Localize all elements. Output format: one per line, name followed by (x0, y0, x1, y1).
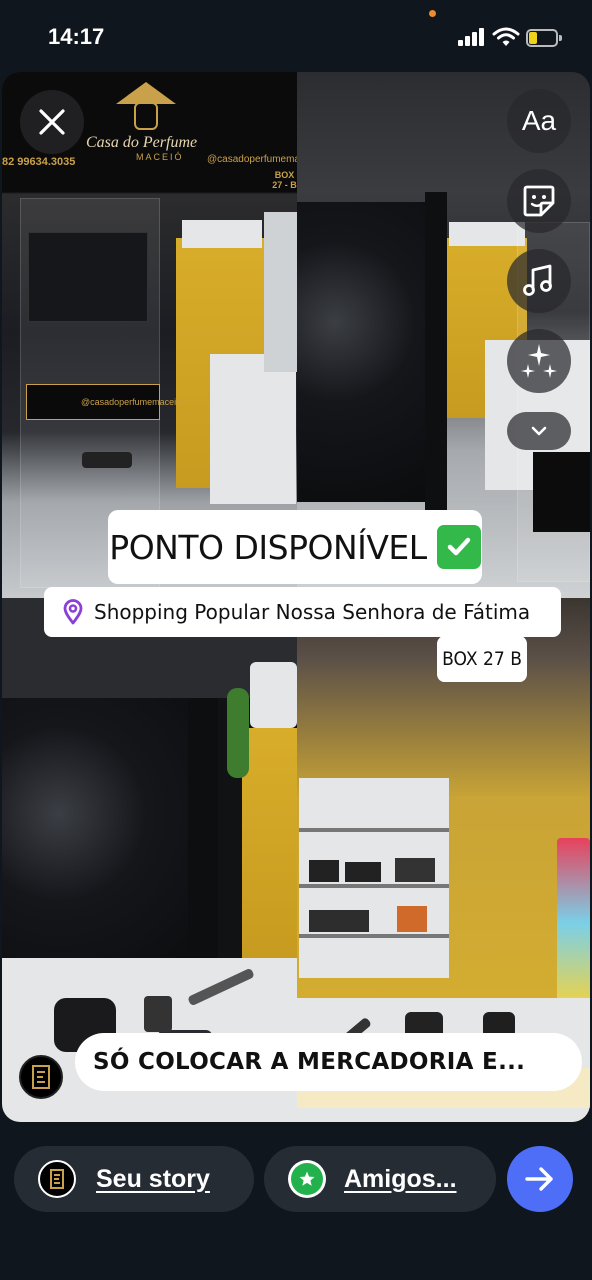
your-story-button[interactable]: Seu story (14, 1146, 254, 1212)
story-editor-screen: 14:17 Casa do Perfume MACEIÓ 82 99634.30… (0, 0, 592, 1280)
store-logo-icon (32, 1065, 50, 1089)
music-note-icon (523, 264, 552, 296)
chair-sign-instagram: @casadoperfumemaceio (81, 397, 182, 407)
store-sign-phone: 82 99634.3035 (2, 156, 76, 168)
arrow-right-icon (525, 1167, 553, 1191)
cellular-signal-icon (458, 28, 486, 46)
chevron-down-icon (531, 426, 547, 436)
close-icon (39, 109, 65, 135)
chair-sign: @casadoperfumemaceio (26, 384, 181, 420)
store-sign-instagram: @casadoperfumemaceio (207, 154, 297, 165)
check-mark-button-icon (436, 525, 481, 569)
send-button[interactable] (507, 1146, 573, 1212)
effects-tool-button[interactable] (507, 329, 571, 393)
user-avatar (19, 1055, 63, 1099)
battery-low-icon (526, 29, 562, 47)
share-bar: Seu story Amigos... (0, 1130, 592, 1280)
sticker-icon (523, 185, 555, 217)
status-bar: 14:17 (0, 0, 592, 72)
store-sign-city: MACEIÓ (136, 152, 184, 162)
text-tool-label: Aa (521, 105, 557, 136)
location-pin-icon (63, 599, 83, 625)
caption-sticker[interactable]: SÓ COLOCAR A MERCADORIA E... (75, 1033, 582, 1091)
headline-sticker[interactable]: PONTO DISPONÍVEL (108, 510, 482, 584)
store-sign-name: Casa do Perfume (86, 134, 198, 151)
text-tool-button[interactable]: Aa (507, 89, 571, 153)
sparkles-icon (521, 344, 557, 378)
close-button[interactable] (20, 90, 84, 154)
privacy-indicator-dot (429, 10, 436, 17)
sticker-tool-button[interactable] (507, 169, 571, 233)
close-friends-label: Amigos... (344, 1164, 457, 1193)
location-text: Shopping Popular Nossa Senhora de Fátima (94, 600, 531, 624)
close-friends-star-icon (288, 1160, 326, 1198)
headline-text: PONTO DISPONÍVEL (109, 527, 427, 567)
store-sign-box: BOX 27 - B (272, 170, 297, 190)
wifi-icon (492, 27, 520, 46)
status-time: 14:17 (48, 24, 105, 49)
story-canvas[interactable]: Casa do Perfume MACEIÓ 82 99634.3035 @ca… (2, 72, 590, 1122)
your-story-avatar (38, 1160, 76, 1198)
box-number-sticker[interactable]: BOX 27 B (437, 636, 527, 682)
music-tool-button[interactable] (507, 249, 571, 313)
close-friends-button[interactable]: Amigos... (264, 1146, 496, 1212)
more-tools-button[interactable] (507, 412, 571, 450)
location-sticker[interactable]: Shopping Popular Nossa Senhora de Fátima (44, 587, 561, 637)
your-story-label: Seu story (96, 1164, 210, 1193)
